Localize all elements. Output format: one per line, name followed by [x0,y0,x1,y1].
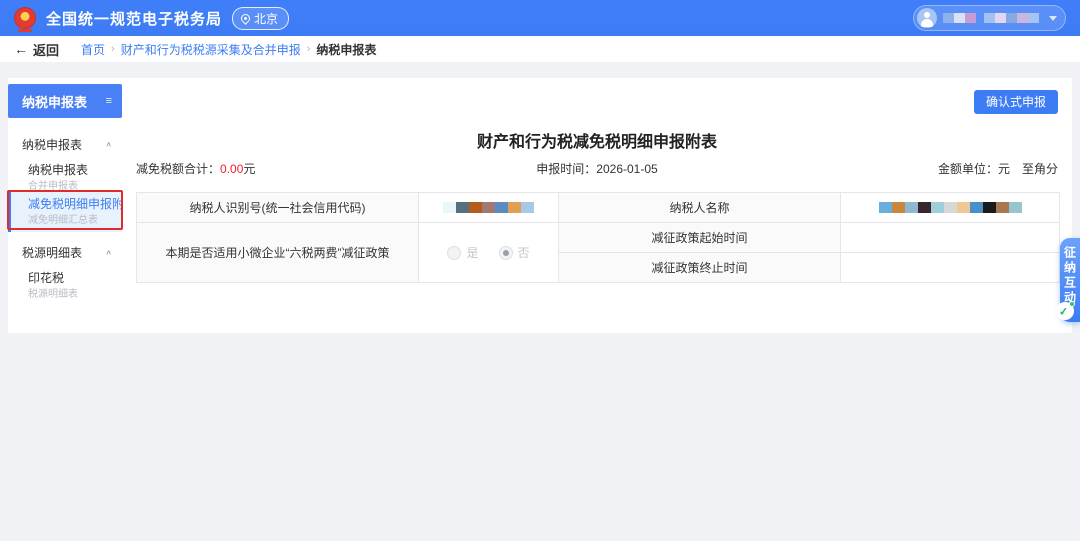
breadcrumb-separator: › [111,43,115,55]
summary-row: 减免税额合计：0.00元 申报时间：2026-01-05 金额单位：元 至角分 [136,160,1058,177]
declaration-date: 申报时间：2026-01-05 [443,160,750,177]
taxpayer-name-redacted [879,203,1022,213]
small-business-policy-question: 本期是否适用小微企业“六税两费”减征政策 [137,223,419,283]
breadcrumb: 首页 › 财产和行为税税源采集及合并申报 › 纳税申报表 [81,41,376,58]
chevron-up-icon: ∧ [105,248,112,257]
radio-no[interactable]: 否 [499,244,530,261]
location-pin-icon [239,12,252,25]
region-label: 北京 [254,10,278,27]
sidebar-header[interactable]: 纳税申报表 ≡ [8,84,122,118]
policy-end-value[interactable] [841,253,1060,283]
sidebar-item-stamp-tax[interactable]: 印花税 税源明细表 [8,266,122,306]
top-header-bar: 全国统一规范电子税务局 北京 [0,0,1080,36]
breadcrumb-bar: ← 返回 首页 › 财产和行为税税源采集及合并申报 › 纳税申报表 [0,36,1080,62]
date-label: 申报时间： [536,162,596,176]
taxpayer-id-label: 纳税人识别号(统一社会信用代码) [137,193,419,223]
date-value: 2026-01-05 [596,162,657,176]
region-selector[interactable]: 北京 [232,7,289,30]
breadcrumb-separator: › [307,43,311,55]
section-title: 纳税申报表 [22,136,82,153]
item-label: 减免税明细申报附表 [28,197,122,212]
item-sublabel: 税源明细表 [28,288,122,301]
radio-no-label: 否 [518,244,530,261]
policy-start-label: 减征政策起始时间 [559,223,841,253]
radio-yes-circle-icon[interactable] [447,246,461,260]
item-label: 印花税 [28,271,122,286]
form-title: 财产和行为税减免税明细申报附表 [122,128,1072,152]
content-panel: 纳税申报表 ≡ 纳税申报表 ∧ 纳税申报表 合并申报表 减免税明细申报附表 减免… [8,78,1072,333]
breadcrumb-collection[interactable]: 财产和行为税税源采集及合并申报 [121,41,301,58]
total-label: 减免税额合计： [136,162,220,176]
policy-radio-group: 是 否 [419,223,559,283]
back-label: 返回 [33,40,59,59]
taxpayer-name-label: 纳税人名称 [559,193,841,223]
sidebar-section-declaration[interactable]: 纳税申报表 ∧ [22,136,112,153]
back-arrow-icon: ← [14,41,28,57]
policy-end-label: 减征政策终止时间 [559,253,841,283]
radio-no-circle-icon[interactable] [499,246,513,260]
total-value: 0.00 [220,162,243,176]
taxpayer-id-redacted [443,203,534,213]
sidebar-item-reduction-detail[interactable]: 减免税明细申报附表 减免明细汇总表 [8,192,122,232]
tax-interaction-floating-tab[interactable]: 征纳互动 ✔ [1060,238,1080,322]
taxpayer-name-value [841,193,1060,223]
user-avatar-icon [917,8,937,28]
radio-yes[interactable]: 是 [447,244,478,261]
main-area: 确认式申报 财产和行为税减免税明细申报附表 减免税额合计：0.00元 申报时间：… [122,78,1072,333]
online-status-dot [1069,301,1075,307]
tax-bureau-emblem-icon [14,7,36,29]
floating-tab-label: 征纳互动 [1062,246,1079,306]
user-name-redacted [943,13,1039,23]
chevron-down-icon [1049,16,1057,21]
sidebar-header-label: 纳税申报表 [22,92,87,111]
sidebar: 纳税申报表 ≡ 纳税申报表 ∧ 纳税申报表 合并申报表 减免税明细申报附表 减免… [8,78,122,333]
chevron-up-icon: ∧ [105,140,112,149]
confirm-declaration-button[interactable]: 确认式申报 [974,90,1058,114]
menu-fold-icon[interactable]: ≡ [106,95,112,107]
user-account-menu[interactable] [913,5,1066,31]
sidebar-section-tax-source[interactable]: 税源明细表 ∧ [22,244,112,261]
section-title: 税源明细表 [22,244,82,261]
back-button[interactable]: ← 返回 [14,40,59,59]
app-title: 全国统一规范电子税务局 [46,8,222,29]
chat-assistant-icon[interactable]: ✔ [1056,302,1074,320]
amount-unit-note: 金额单位：元 至角分 [751,160,1058,177]
taxpayer-id-value [419,193,559,223]
radio-yes-label: 是 [466,244,478,261]
item-label: 纳税申报表 [28,163,122,178]
declaration-table: 纳税人识别号(统一社会信用代码) 纳税人名称 本期是否适用小微企业“六税两费”减… [136,192,1060,283]
total-reduction-amount: 减免税额合计：0.00元 [136,160,443,177]
item-sublabel: 减免明细汇总表 [28,214,122,227]
breadcrumb-home[interactable]: 首页 [81,41,105,58]
policy-start-value[interactable] [841,223,1060,253]
total-unit: 元 [243,162,255,176]
breadcrumb-current: 纳税申报表 [316,41,376,58]
